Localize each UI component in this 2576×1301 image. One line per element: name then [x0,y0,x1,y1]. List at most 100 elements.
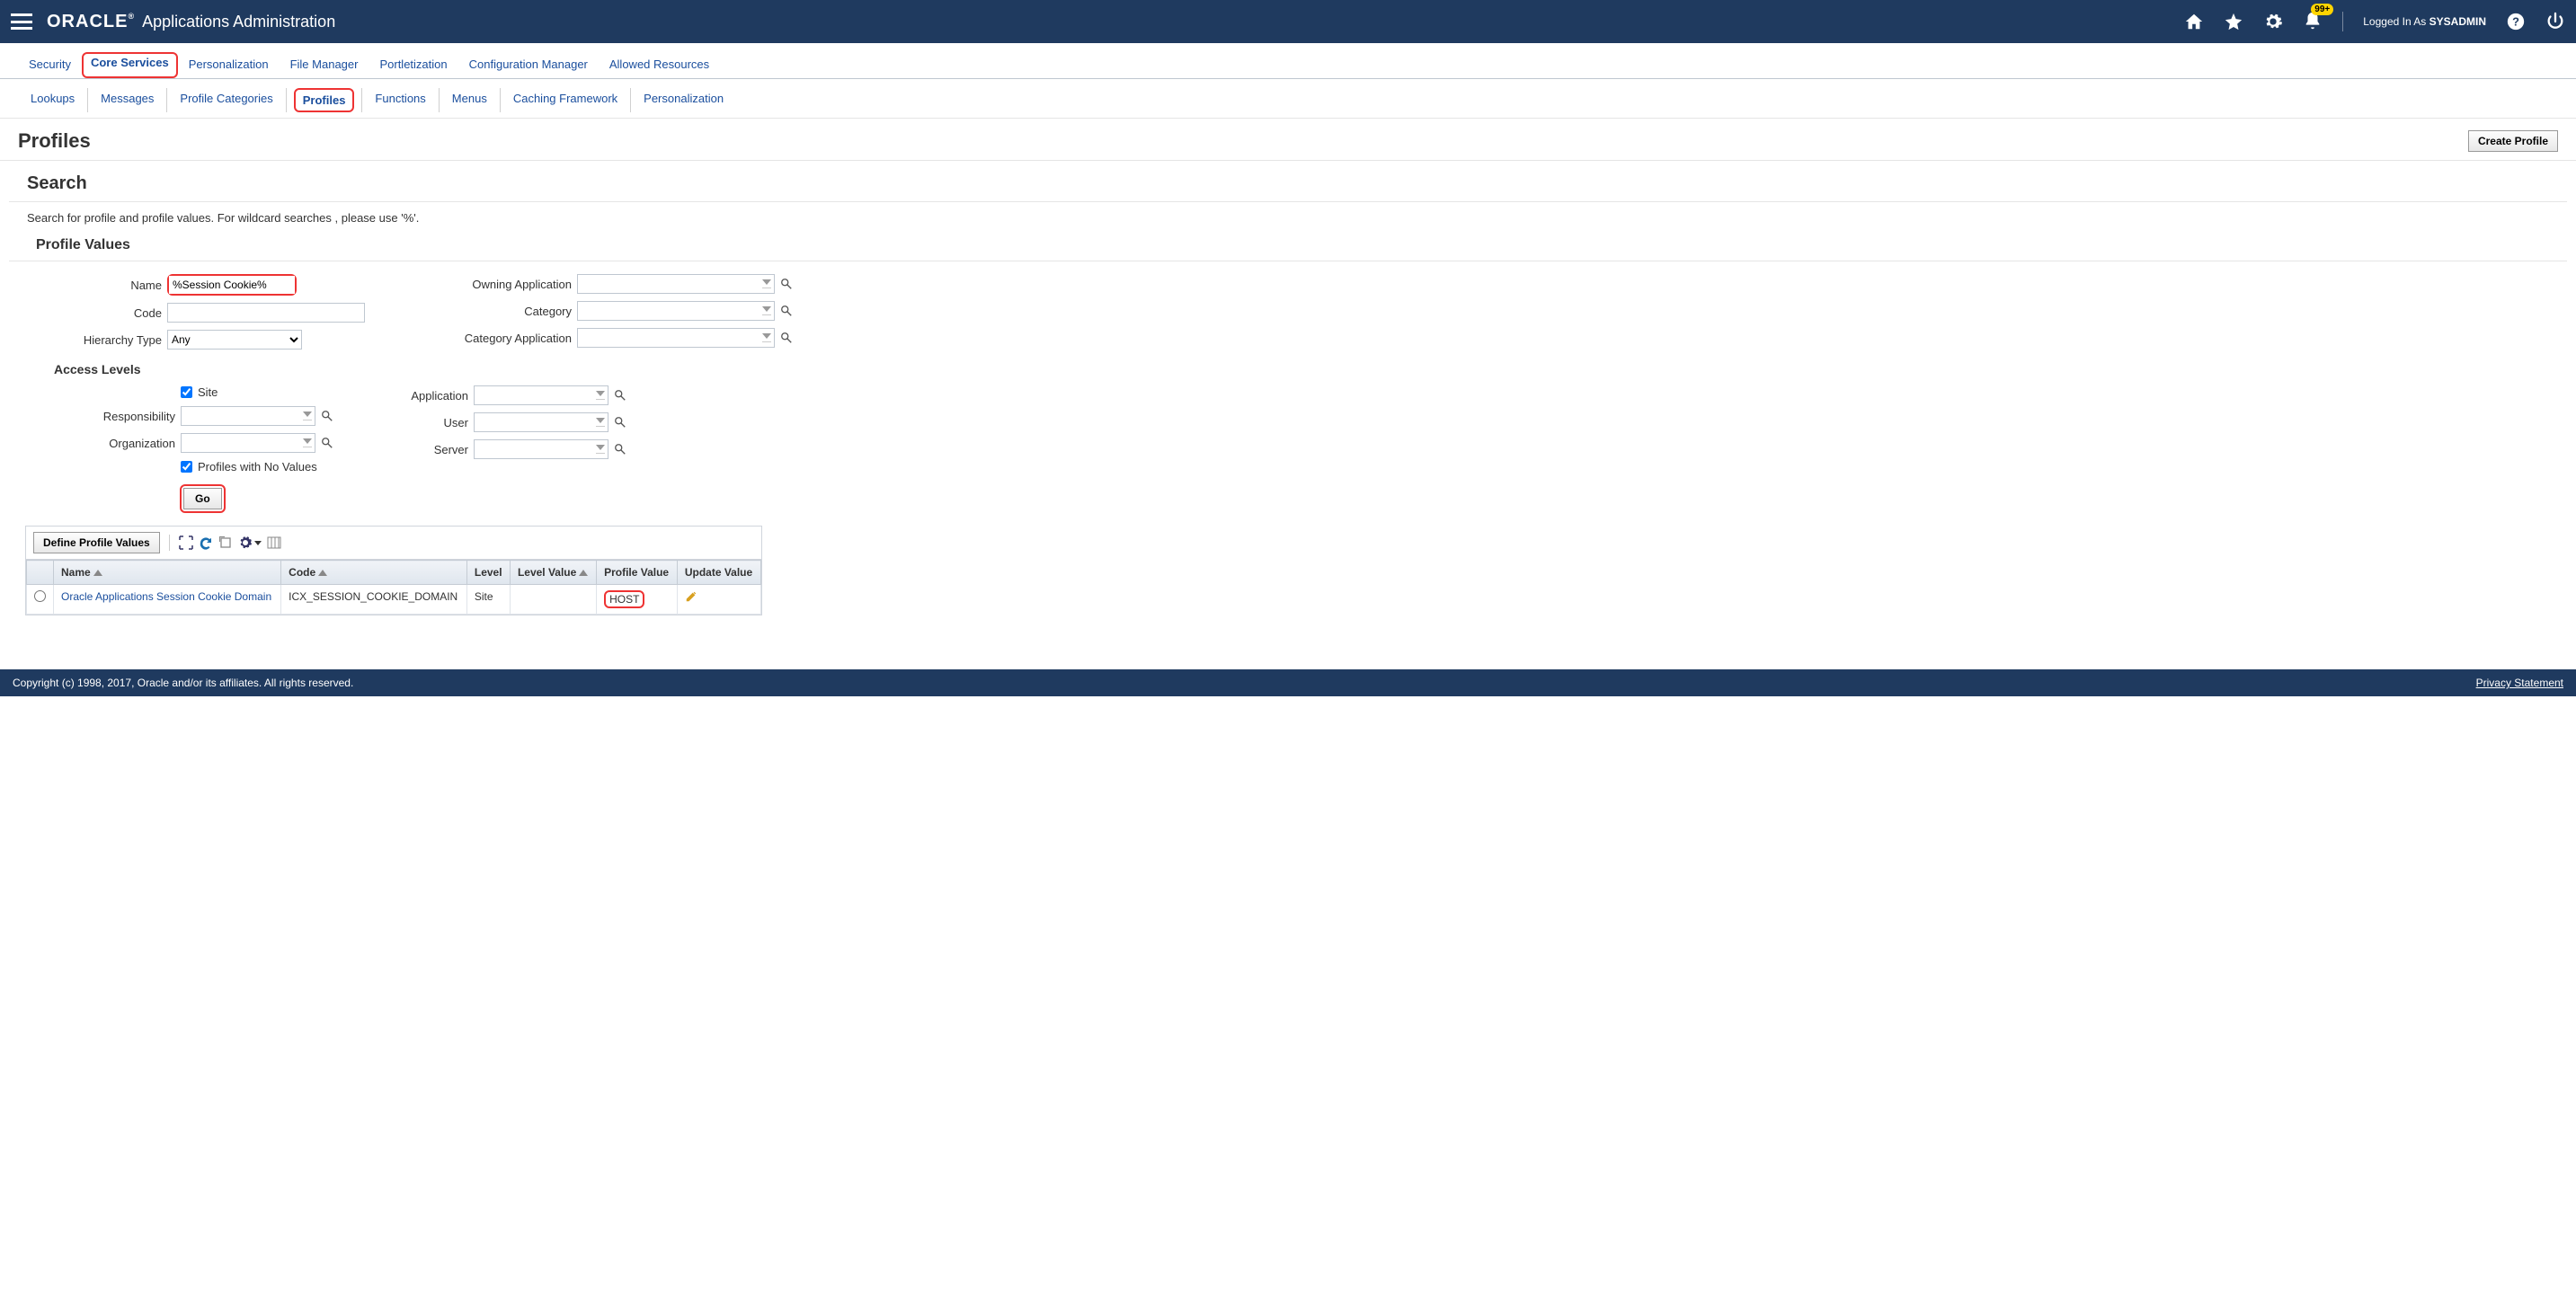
owning-app-label: Owning Application [419,278,572,291]
expand-icon[interactable] [179,535,193,550]
global-header: ORACLE® Applications Administration 99+ … [0,0,2576,43]
category-app-lov-icon[interactable] [780,332,793,344]
subtab-profile-categories[interactable]: Profile Categories [167,88,286,112]
application-input[interactable] [474,385,608,405]
subtab-profiles-cell: Profiles [287,88,363,112]
subtab-lookups[interactable]: Lookups [18,88,88,112]
tab-config-manager[interactable]: Configuration Manager [458,52,599,78]
home-icon[interactable] [2184,12,2204,31]
row-name-link[interactable]: Oracle Applications Session Cookie Domai… [61,590,271,603]
page-title-row: Profiles Create Profile [0,119,2576,161]
owning-app-input[interactable] [577,274,775,294]
user-lov-icon[interactable] [614,416,626,429]
highlight-core-services: Core Services [82,52,178,78]
toolbar-separator [169,535,170,551]
category-input[interactable] [577,301,775,321]
hierarchy-label: Hierarchy Type [27,333,162,347]
tab-portletization[interactable]: Portletization [369,52,457,78]
row-select-radio[interactable] [34,590,46,602]
row-code: ICX_SESSION_COOKIE_DOMAIN [281,585,467,615]
subtab-functions[interactable]: Functions [362,88,439,112]
site-label: Site [198,385,218,399]
create-profile-button[interactable]: Create Profile [2468,130,2558,152]
privacy-link[interactable]: Privacy Statement [2476,677,2563,689]
help-icon[interactable]: ? [2506,12,2526,31]
subtab-personalization[interactable]: Personalization [631,88,736,112]
site-checkbox[interactable] [181,386,192,398]
tab-personalization[interactable]: Personalization [178,52,280,78]
results-toolbar: Define Profile Values [26,527,761,560]
bell-wrapper[interactable]: 99+ [2303,11,2323,33]
hamburger-icon[interactable] [11,13,32,30]
col-level-value[interactable]: Level Value [510,561,596,585]
responsibility-lov-icon[interactable] [321,410,333,422]
organization-input[interactable] [181,433,315,453]
col-code[interactable]: Code [281,561,467,585]
highlight-host: HOST [604,590,644,608]
star-icon[interactable] [2224,12,2243,31]
name-label: Name [27,279,162,292]
hierarchy-select[interactable]: Any [167,330,302,350]
application-lov-icon[interactable] [614,389,626,402]
tab-security[interactable]: Security [18,52,82,78]
primary-tabs: Security Core Services Personalization F… [0,43,2576,79]
gear-icon[interactable] [2263,12,2283,31]
row-level-value [510,585,596,615]
header-separator [2342,12,2343,31]
search-section-title: Search [9,161,2567,202]
go-button[interactable]: Go [183,488,222,509]
brand-logo: ORACLE® [47,12,135,32]
server-input[interactable] [474,439,608,459]
sort-icon [579,570,588,576]
category-lov-icon[interactable] [780,305,793,317]
subtab-caching[interactable]: Caching Framework [501,88,631,112]
profile-values-subtitle: Profile Values [9,232,2567,261]
col-profile-value[interactable]: Profile Value [597,561,678,585]
tab-core-services[interactable]: Core Services [87,54,173,71]
subtab-menus[interactable]: Menus [440,88,501,112]
code-input[interactable] [167,303,365,323]
col-name[interactable]: Name [54,561,281,585]
app-name: Applications Administration [142,13,335,31]
highlight-name-input [167,274,297,296]
sort-icon [93,570,102,576]
highlight-go: Go [180,484,226,513]
organization-label: Organization [54,437,175,450]
responsibility-label: Responsibility [54,410,175,423]
search-help-text: Search for profile and profile values. F… [0,202,2576,232]
responsibility-input[interactable] [181,406,315,426]
define-profile-values-button[interactable]: Define Profile Values [33,532,160,553]
search-form: Name Code Hierarchy Type Any Owning Appl… [0,274,2576,350]
name-input[interactable] [169,276,295,294]
tab-file-manager[interactable]: File Manager [280,52,369,78]
col-level[interactable]: Level [466,561,510,585]
pencil-icon[interactable] [685,590,697,603]
subtab-profiles[interactable]: Profiles [299,92,350,109]
page-title: Profiles [18,129,91,153]
search-form-left: Name Code Hierarchy Type Any [27,274,365,350]
detach-icon[interactable] [218,535,233,550]
access-levels-title: Access Levels [0,350,2576,385]
tab-allowed-resources[interactable]: Allowed Resources [599,52,720,78]
logged-in-text: Logged In As SYSADMIN [2363,15,2486,28]
row-profile-value: HOST [609,593,639,606]
application-label: Application [387,389,468,403]
table-settings-icon[interactable] [238,535,262,550]
no-values-checkbox[interactable] [181,461,192,473]
category-app-input[interactable] [577,328,775,348]
category-label: Category [419,305,572,318]
col-update-value[interactable]: Update Value [677,561,760,585]
power-icon[interactable] [2545,12,2565,31]
server-lov-icon[interactable] [614,443,626,456]
row-level: Site [466,585,510,615]
organization-lov-icon[interactable] [321,437,333,449]
columns-icon[interactable] [267,535,281,550]
copyright-text: Copyright (c) 1998, 2017, Oracle and/or … [13,677,353,689]
sort-icon [318,570,327,576]
owning-app-lov-icon[interactable] [780,278,793,290]
no-values-label: Profiles with No Values [198,460,317,473]
header-right: 99+ Logged In As SYSADMIN ? [2184,11,2565,33]
refresh-icon[interactable] [199,535,213,550]
user-input[interactable] [474,412,608,432]
subtab-messages[interactable]: Messages [88,88,167,112]
